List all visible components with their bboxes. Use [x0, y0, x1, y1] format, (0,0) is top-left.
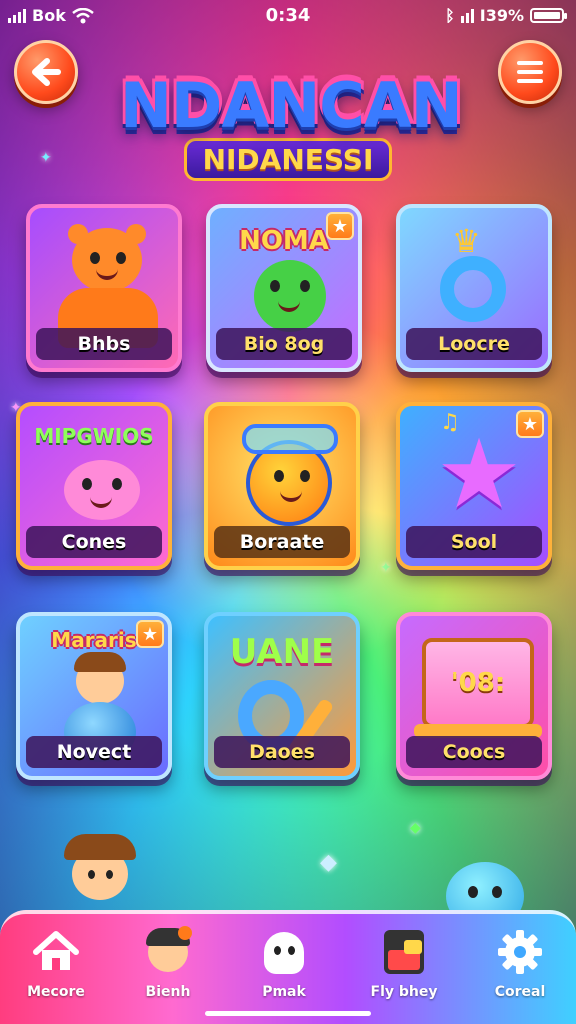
card-art-text: '08: [422, 638, 534, 728]
nav-item-shop[interactable]: Fly bhey [354, 926, 454, 1000]
ghost-icon [258, 926, 310, 978]
game-card-6[interactable]: ★ ♫ ★ Sool [396, 402, 552, 570]
nav-label: Pmak [262, 984, 306, 1000]
game-card-7[interactable]: Mararis ★ Novect [16, 612, 172, 780]
gear-icon [494, 926, 546, 978]
sparkle-icon: ◆ [320, 850, 337, 875]
card-art-text: UANE [229, 632, 335, 672]
nav-label: Fly bhey [370, 984, 438, 1000]
game-card-4[interactable]: MIPGWIOS Cones [16, 402, 172, 570]
sparkle-icon: ◆ [410, 820, 421, 836]
status-bar: Bok 0:34 ᛒ I39% [0, 0, 576, 32]
card-label: Bio 8og [216, 328, 352, 360]
game-logo: NDANCAN NIDANESSI [120, 66, 463, 190]
sparkle-icon: ✦ [380, 560, 392, 576]
battery-percent: I39% [479, 6, 524, 25]
arrow-left-icon [32, 58, 61, 86]
nav-item-ghost[interactable]: Pmak [234, 926, 334, 1000]
battery-icon [530, 8, 567, 23]
home-indicator[interactable] [205, 1011, 371, 1016]
explorer-character [60, 830, 150, 920]
card-label: Loocre [406, 328, 542, 360]
sparkle-icon: ✦ [40, 150, 52, 166]
home-icon [30, 926, 82, 978]
game-card-8[interactable]: UANE Daoes [204, 612, 360, 780]
crown-icon: ♛ [452, 222, 481, 260]
game-card-3[interactable]: ♛ Loocre [396, 204, 552, 372]
nav-item-character[interactable]: Bienh [118, 926, 218, 1000]
nav-item-settings[interactable]: Coreal [470, 926, 570, 1000]
card-label: Daoes [214, 736, 350, 768]
shop-icon [378, 926, 430, 978]
card-label: Cones [26, 526, 162, 558]
star-badge-icon: ★ [516, 410, 544, 438]
game-subtitle: NIDANESSI [183, 138, 393, 181]
game-card-9[interactable]: '08: Coocs [396, 612, 552, 780]
game-card-2[interactable]: NOMA ★ Bio 8og [206, 204, 362, 372]
bottom-nav: Mecore Bienh Pmak Fly bhey Coreal [0, 910, 576, 1024]
card-label: Coocs [406, 736, 542, 768]
music-note-icon: ♫ [440, 410, 460, 435]
card-label: Novect [26, 736, 162, 768]
star-icon: ★ [436, 418, 523, 530]
nav-label: Mecore [27, 984, 85, 1000]
game-card-1[interactable]: Bhbs [26, 204, 182, 372]
nav-label: Bienh [145, 984, 191, 1000]
nav-label: Coreal [494, 984, 546, 1000]
game-title: NDANCAN [120, 66, 463, 139]
goggles-icon [242, 424, 338, 454]
nav-item-home[interactable]: Mecore [6, 926, 106, 1000]
card-label: Bhbs [36, 328, 172, 360]
bluetooth-icon: ᛒ [445, 6, 455, 25]
card-label: Boraate [214, 526, 350, 558]
card-label: Sool [406, 526, 542, 558]
star-badge-icon: ★ [326, 212, 354, 240]
cellular-icon [460, 8, 474, 23]
character-icon [142, 926, 194, 978]
hamburger-icon [517, 61, 543, 83]
back-button[interactable] [14, 40, 78, 104]
game-card-5[interactable]: Boraate [204, 402, 360, 570]
card-art-text: MIPGWIOS [34, 424, 154, 448]
star-badge-icon: ★ [136, 620, 164, 648]
menu-button[interactable] [498, 40, 562, 104]
